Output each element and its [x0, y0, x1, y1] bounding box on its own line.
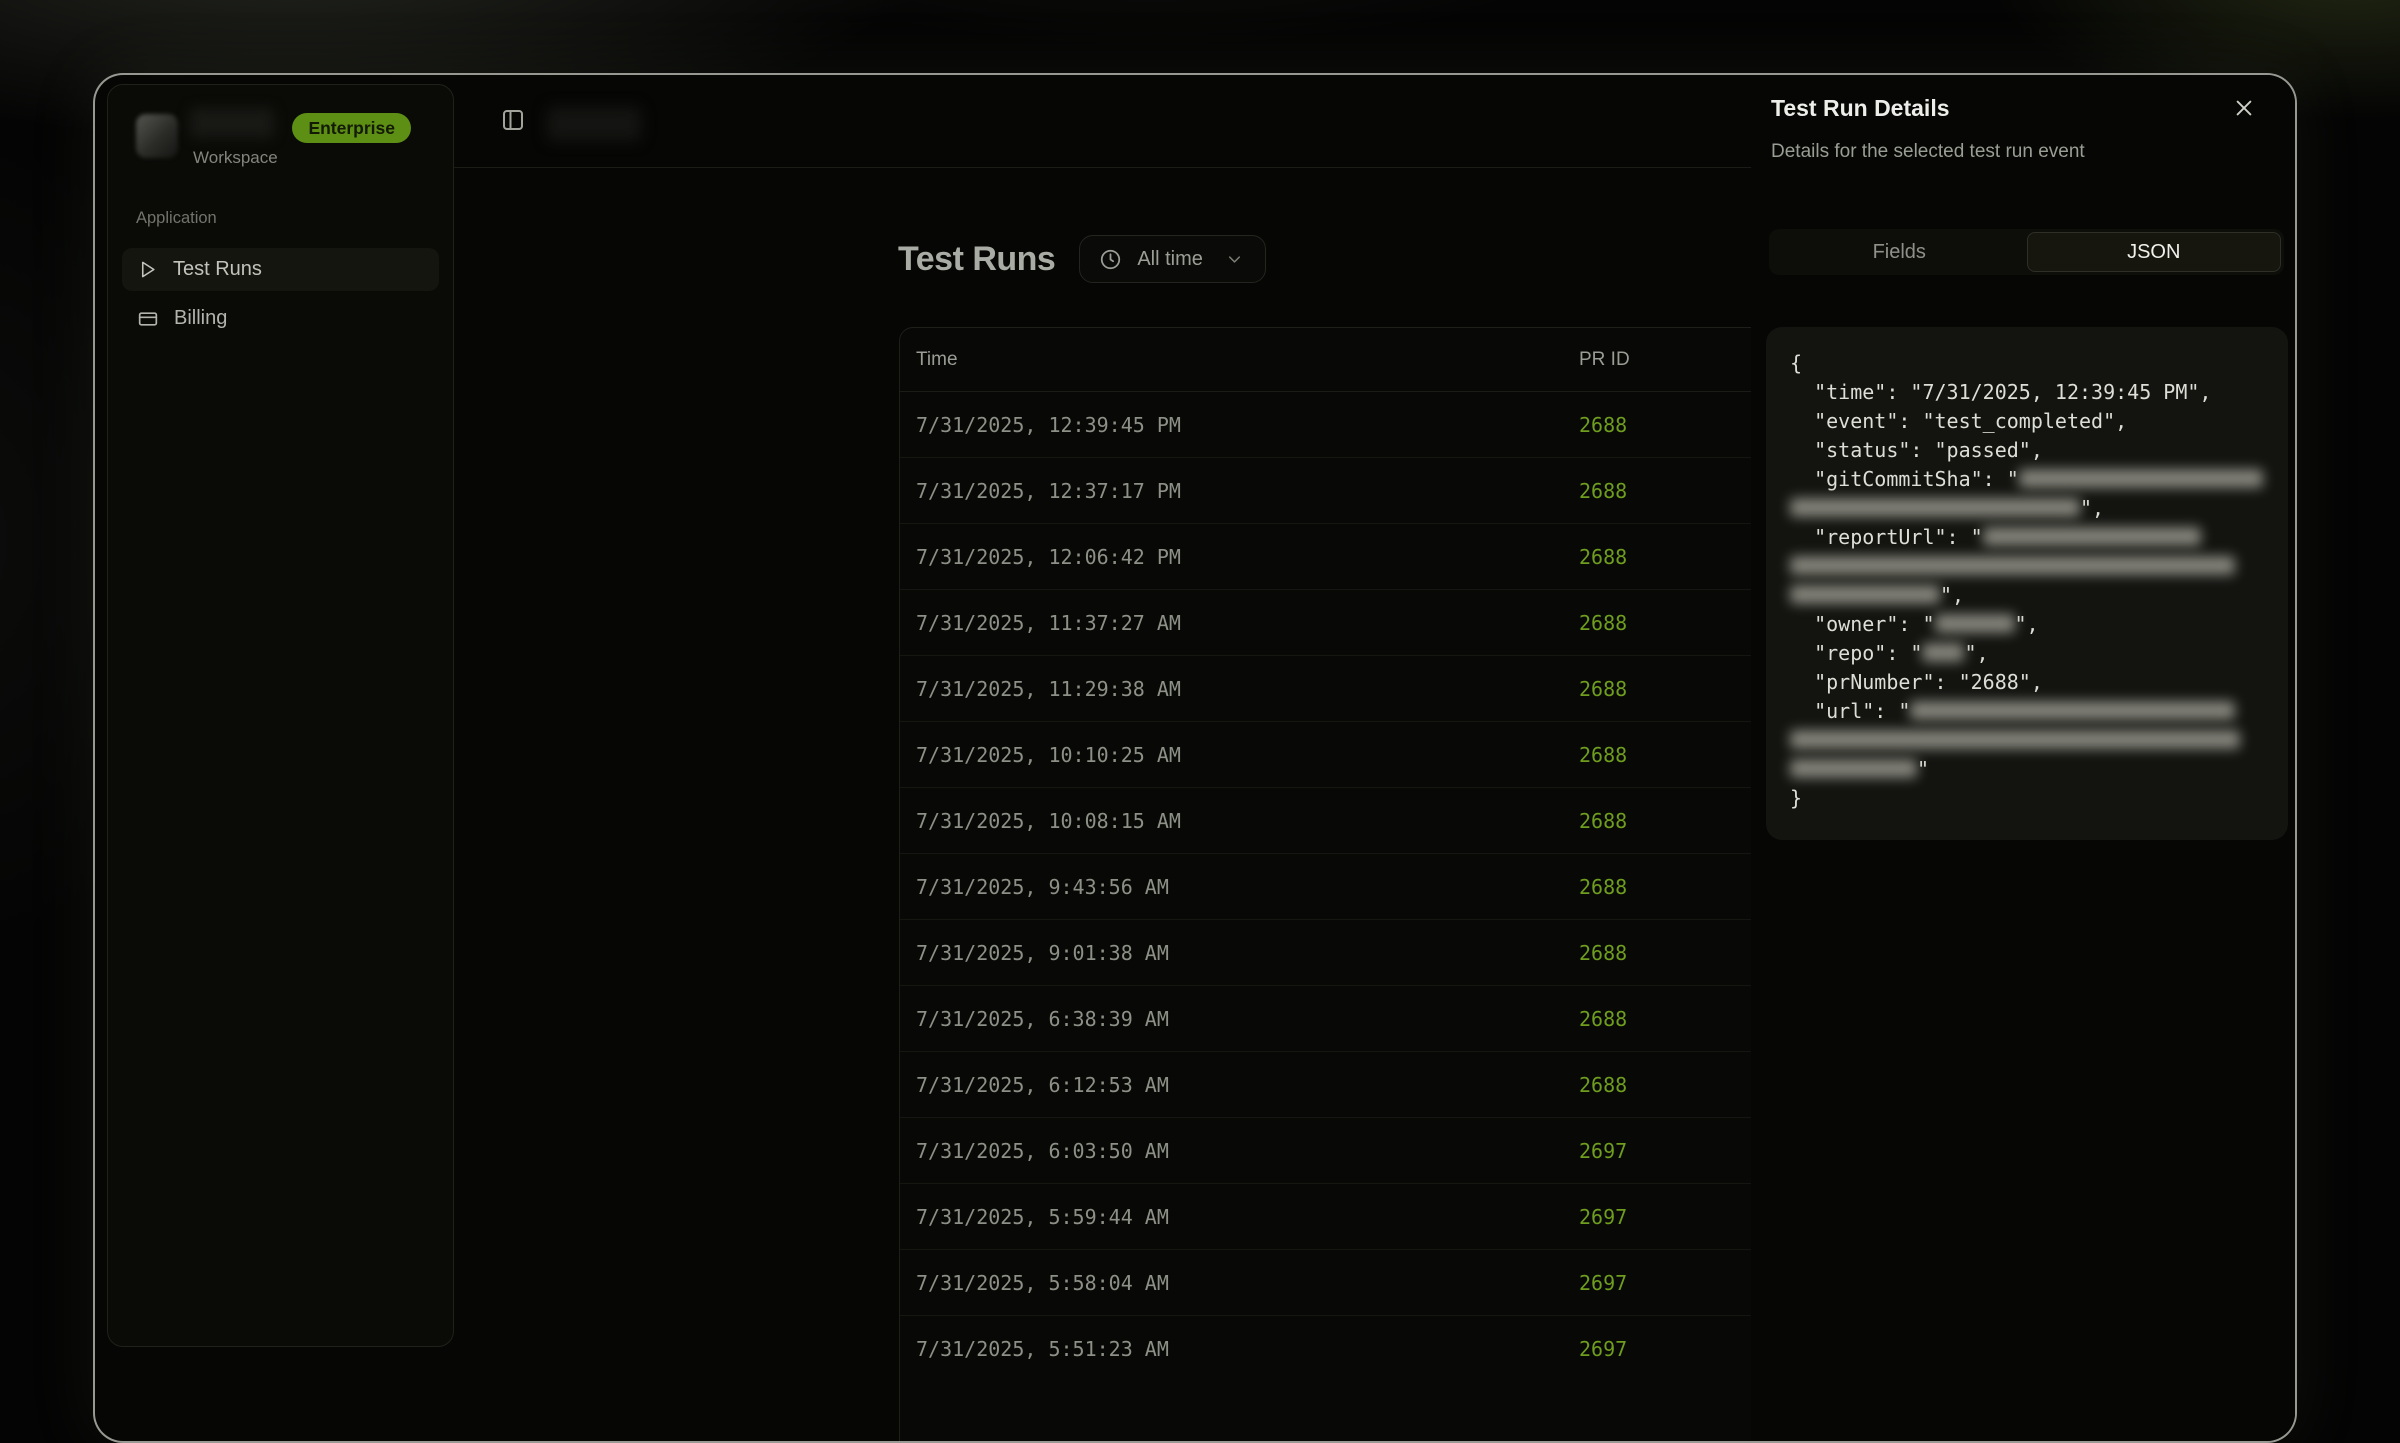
code-line: "url": "	[1790, 697, 2264, 726]
pr-id-link[interactable]: 2697	[1579, 1337, 1627, 1361]
sidebar-nav: Test Runs Billing	[122, 248, 439, 346]
redacted-text	[1790, 556, 2235, 575]
details-tab-bar: Fields JSON	[1769, 229, 2284, 275]
code-line: "repo": "",	[1790, 639, 2264, 668]
code-line: "gitCommitSha": "	[1790, 465, 2264, 494]
run-time: 7/31/2025, 9:43:56 AM	[916, 875, 1169, 899]
code-line: ",	[1790, 494, 2264, 523]
column-header-time: Time	[916, 349, 958, 371]
run-time: 7/31/2025, 9:01:38 AM	[916, 941, 1169, 965]
plan-badge: Enterprise	[292, 113, 411, 143]
close-icon[interactable]	[2233, 97, 2255, 119]
pr-id-link[interactable]: 2697	[1579, 1271, 1627, 1295]
run-time: 7/31/2025, 11:37:27 AM	[916, 611, 1181, 635]
panel-title: Test Run Details	[1771, 95, 1950, 122]
pr-id-link[interactable]: 2688	[1579, 941, 1627, 965]
run-time: 7/31/2025, 5:58:04 AM	[916, 1271, 1169, 1295]
pr-id-link[interactable]: 2688	[1579, 677, 1627, 701]
panel-subtitle: Details for the selected test run event	[1771, 141, 2085, 163]
clock-icon	[1100, 249, 1121, 270]
code-line: "time": "7/31/2025, 12:39:45 PM",	[1790, 378, 2264, 407]
sidebar-item-label: Test Runs	[173, 258, 262, 281]
pr-id-link[interactable]: 2688	[1579, 743, 1627, 767]
json-code-block: { "time": "7/31/2025, 12:39:45 PM", "eve…	[1766, 327, 2288, 840]
run-time: 7/31/2025, 5:51:23 AM	[916, 1337, 1169, 1361]
pr-id-link[interactable]: 2688	[1579, 479, 1627, 503]
pr-id-link[interactable]: 2688	[1579, 809, 1627, 833]
run-time: 7/31/2025, 12:37:17 PM	[916, 479, 1181, 503]
redacted-text	[1790, 759, 1917, 778]
code-line: "reportUrl": "	[1790, 523, 2264, 552]
run-time: 7/31/2025, 10:08:15 AM	[916, 809, 1181, 833]
run-time: 7/31/2025, 6:38:39 AM	[916, 1007, 1169, 1031]
workspace-logo	[136, 114, 178, 158]
sidebar: Workspace Enterprise Application Test Ru…	[107, 84, 454, 1347]
workspace-sublabel: Workspace	[193, 148, 278, 168]
sidebar-item-billing[interactable]: Billing	[122, 297, 439, 340]
sidebar-toggle-icon[interactable]	[501, 108, 525, 132]
code-line: }	[1790, 784, 2264, 813]
code-line: ",	[1790, 581, 2264, 610]
code-line: "status": "passed",	[1790, 436, 2264, 465]
chevron-down-icon	[1225, 250, 1244, 269]
code-line	[1790, 552, 2264, 581]
credit-card-icon	[138, 309, 158, 329]
sidebar-section-label: Application	[136, 209, 217, 228]
column-header-pr-id: PR ID	[1579, 349, 1630, 371]
code-line: "	[1790, 755, 2264, 784]
run-time: 7/31/2025, 10:10:25 AM	[916, 743, 1181, 767]
code-line: {	[1790, 349, 2264, 378]
code-line: "event": "test_completed",	[1790, 407, 2264, 436]
run-time: 7/31/2025, 5:59:44 AM	[916, 1205, 1169, 1229]
workspace-switcher[interactable]: Workspace Enterprise	[136, 114, 433, 160]
pr-id-link[interactable]: 2688	[1579, 1073, 1627, 1097]
pr-id-link[interactable]: 2688	[1579, 413, 1627, 437]
pr-id-link[interactable]: 2688	[1579, 545, 1627, 569]
page-title: Test Runs	[898, 240, 1055, 279]
time-filter-dropdown[interactable]: All time	[1079, 235, 1266, 283]
topbar	[454, 75, 1752, 168]
redacted-text	[1983, 527, 2201, 546]
redacted-text	[1790, 585, 1940, 604]
redacted-text	[1910, 701, 2235, 720]
main-content: Test Runs All time Time PR ID Status 7/3…	[454, 75, 1754, 1441]
sidebar-item-label: Billing	[174, 307, 227, 330]
topbar-title-redacted	[547, 107, 641, 141]
run-time: 7/31/2025, 12:39:45 PM	[916, 413, 1181, 437]
pr-id-link[interactable]: 2688	[1579, 875, 1627, 899]
pr-id-link[interactable]: 2697	[1579, 1139, 1627, 1163]
workspace-name-redacted	[190, 108, 274, 138]
play-icon	[138, 260, 157, 279]
time-filter-value: All time	[1137, 248, 1203, 271]
test-run-details-panel: Test Run Details Details for the selecte…	[1751, 75, 2297, 1441]
tab-json[interactable]: JSON	[2027, 232, 2282, 272]
tab-fields[interactable]: Fields	[1772, 232, 2027, 272]
pr-id-link[interactable]: 2697	[1579, 1205, 1627, 1229]
run-time: 7/31/2025, 6:12:53 AM	[916, 1073, 1169, 1097]
pr-id-link[interactable]: 2688	[1579, 1007, 1627, 1031]
run-time: 7/31/2025, 12:06:42 PM	[916, 545, 1181, 569]
run-time: 7/31/2025, 11:29:38 AM	[916, 677, 1181, 701]
redacted-text	[1790, 730, 2240, 749]
app-window: Workspace Enterprise Application Test Ru…	[93, 73, 2297, 1443]
redacted-text	[1790, 498, 2080, 517]
code-line: "prNumber": "2688",	[1790, 668, 2264, 697]
redacted-text	[1922, 643, 1964, 662]
code-line	[1790, 726, 2264, 755]
code-line: "owner": "",	[1790, 610, 2264, 639]
redacted-text	[2019, 469, 2263, 488]
sidebar-item-test-runs[interactable]: Test Runs	[122, 248, 439, 291]
run-time: 7/31/2025, 6:03:50 AM	[916, 1139, 1169, 1163]
redacted-text	[1935, 614, 2015, 633]
pr-id-link[interactable]: 2688	[1579, 611, 1627, 635]
